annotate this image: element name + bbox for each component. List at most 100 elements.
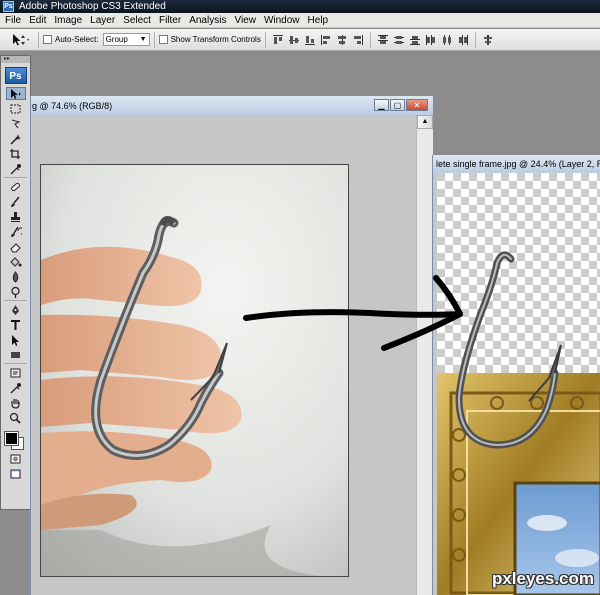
stamp-icon [11,211,20,222]
hand-icon [11,398,20,409]
close-button[interactable]: ✕ [406,99,428,111]
brush-tool[interactable] [6,195,26,208]
history-brush-tool[interactable] [6,225,26,238]
path-selection-tool[interactable] [6,333,26,346]
distribute-top-button[interactable] [376,33,390,47]
pen-icon [12,304,19,315]
tool-preset-picker[interactable] [6,31,34,49]
menu-filter[interactable]: Filter [155,13,185,28]
dodge-icon [11,286,20,298]
type-tool[interactable] [6,318,26,331]
clone-stamp-tool[interactable] [6,210,26,223]
eyedropper-tool[interactable] [6,162,26,175]
blur-tool[interactable] [6,270,26,283]
menu-edit[interactable]: Edit [25,13,50,28]
bandage-icon [11,182,20,191]
menu-layer[interactable]: Layer [86,13,119,28]
align-bottom-icon [304,35,315,45]
minimize-button[interactable]: ▁ [374,99,389,111]
document-title-bar-2[interactable]: lete single frame.jpg @ 24.4% (Layer 2, … [433,155,600,173]
align-horizontal-centers-button[interactable] [335,33,349,47]
foreground-color-swatch[interactable] [3,431,19,446]
magic-wand-tool[interactable] [6,132,26,145]
align-top-icon [272,34,283,44]
photoshop-app-icon: Ps [3,1,14,12]
maximize-icon: ▢ [393,100,402,110]
distribute-center-icon [442,34,451,45]
crop-tool[interactable] [6,147,26,160]
quick-mask-button[interactable] [6,452,26,465]
move-tool[interactable] [5,87,26,100]
options-separator [474,31,476,48]
menu-select[interactable]: Select [119,13,155,28]
menu-analysis[interactable]: Analysis [185,13,230,28]
maximize-button[interactable]: ▢ [390,99,405,111]
document-title-bar[interactable]: g @ 74.6% (RGB/8) ▁ ▢ ✕ [31,96,433,115]
title-bar: Ps Adobe Photoshop CS3 Extended [0,0,600,13]
frame-canvas[interactable] [437,173,600,595]
auto-align-icon [483,34,492,45]
window-title: Adobe Photoshop CS3 Extended [19,1,166,12]
scroll-up-arrow-icon[interactable]: ▲ [417,115,433,129]
paint-bucket-tool[interactable] [6,255,26,268]
eraser-tool[interactable] [6,240,26,253]
shape-tool[interactable] [6,348,26,361]
auto-align-layers-button[interactable] [481,33,495,47]
distribute-right-icon [458,34,468,45]
hand-hook-photo [40,164,349,577]
auto-select-dropdown[interactable]: Group ▼ [102,33,150,46]
zoom-tool[interactable] [6,411,26,424]
eyedropper-sample-tool[interactable] [6,381,26,394]
transform-controls-checkbox[interactable]: Show Transform Controls [158,35,261,44]
distribute-right-button[interactable] [456,33,470,47]
tools-panel-grip[interactable]: ▸▸ [1,56,30,63]
options-separator [264,31,266,48]
marquee-icon [10,104,21,113]
distribute-bottom-icon [409,35,420,45]
rectangle-icon [11,351,20,358]
quick-mask-icon [10,454,21,463]
distribute-left-button[interactable] [424,33,438,47]
auto-select-checkbox[interactable]: Auto-Select: [43,35,99,44]
distribute-horizontal-centers-button[interactable] [440,33,454,47]
screen-mode-button[interactable] [6,467,26,480]
hand-tool[interactable] [6,396,26,409]
healing-brush-tool[interactable] [6,180,26,193]
menu-file[interactable]: File [0,13,25,28]
menu-window[interactable]: Window [260,13,304,28]
distribute-vertical-centers-button[interactable] [392,33,406,47]
distribute-middle-icon [393,35,404,44]
lasso-tool[interactable] [6,117,26,130]
tool-separator [4,177,27,179]
paint-bucket-icon [10,256,22,267]
align-left-edges-button[interactable] [319,33,333,47]
menu-help[interactable]: Help [304,13,333,28]
magic-wand-icon [10,133,21,145]
droplet-icon [12,270,19,283]
dodge-tool[interactable] [6,285,26,298]
align-vertical-centers-button[interactable] [287,33,301,47]
vertical-scrollbar[interactable]: ▲ [416,115,433,595]
document-title: g @ 74.6% (RGB/8) [32,100,113,111]
align-bottom-edges-button[interactable] [303,33,317,47]
transform-check-box[interactable] [158,35,168,44]
notes-tool[interactable] [6,366,26,379]
color-swatches[interactable] [3,427,28,450]
history-brush-icon [11,226,22,237]
marquee-tool[interactable] [6,102,26,115]
menu-view[interactable]: View [230,13,260,28]
pen-tool[interactable] [6,303,26,316]
tool-separator [4,363,27,365]
align-top-edges-button[interactable] [271,33,285,47]
align-buttons [270,33,366,47]
options-bar: Auto-Select: Group ▼ Show Transform Cont… [0,29,600,51]
move-tool-icon [13,33,29,45]
site-watermark: pxleyes.com [491,569,594,588]
align-right-edges-button[interactable] [351,33,365,47]
distribute-bottom-button[interactable] [408,33,422,47]
menu-image[interactable]: Image [50,13,86,28]
align-left-icon [320,34,330,45]
align-center-icon [337,34,346,45]
auto-select-check-box[interactable] [43,35,52,44]
path-select-icon [12,334,19,346]
